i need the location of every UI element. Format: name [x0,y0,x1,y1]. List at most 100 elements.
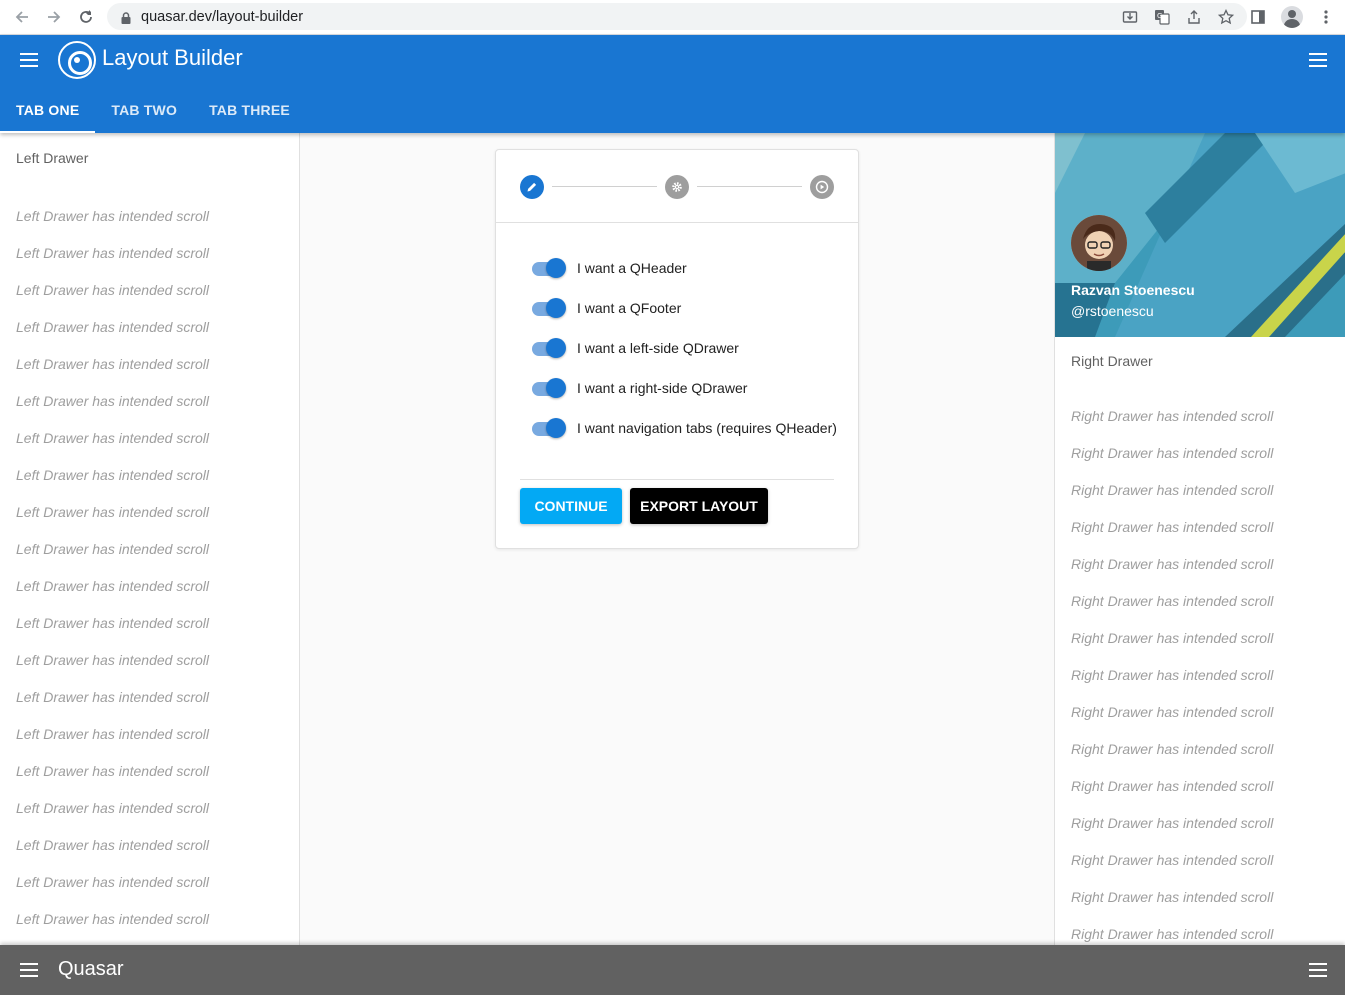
step-3[interactable] [810,175,834,199]
list-item: Right Drawer has intended scroll [1071,593,1274,609]
side-panel-icon[interactable] [1247,6,1269,28]
left-drawer-list: Left Drawer has intended scroll Left Dra… [0,194,299,938]
toggle-label: I want navigation tabs (requires QHeader… [577,420,837,436]
arrow-left-icon [15,11,28,23]
toggle-label: I want a QHeader [577,260,687,276]
list-item: Left Drawer has intended scroll [16,689,209,705]
list-item: Left Drawer has intended scroll [16,726,209,742]
export-layout-button[interactable]: EXPORT LAYOUT [630,488,768,524]
layout-stepper: I want a QHeader I want a QFooter I want… [495,149,859,549]
quasar-logo [58,41,96,79]
tab-one[interactable]: TAB ONE [0,87,96,133]
divider [520,479,834,480]
nav-tabs: TAB ONE TAB TWO TAB THREE [0,87,306,133]
list-item: Left Drawer has intended scroll [16,615,209,631]
profile-icon[interactable] [1281,6,1303,28]
list-item: Left Drawer has intended scroll [16,837,209,853]
profile-name: Razvan Stoenescu [1071,282,1195,298]
list-item: Left Drawer has intended scroll [16,430,209,446]
toggle-label: I want a left-side QDrawer [577,340,739,356]
list-item: Left Drawer has intended scroll [16,763,209,779]
list-item: Right Drawer has intended scroll [1071,815,1274,831]
footer-title: Quasar [58,958,124,980]
list-item: Right Drawer has intended scroll [1071,519,1274,535]
toggle-switch[interactable] [532,257,566,279]
list-item: Right Drawer has intended scroll [1071,408,1274,424]
list-item: Right Drawer has intended scroll [1071,704,1274,720]
forward-button[interactable] [38,1,70,33]
right-drawer[interactable]: Razvan Stoenescu @rstoenescu Right Drawe… [1054,133,1345,945]
right-menu-icon[interactable] [1309,53,1327,67]
list-item: Left Drawer has intended scroll [16,911,209,927]
stepper-header [496,150,858,223]
list-item: Right Drawer has intended scroll [1071,852,1274,868]
pencil-icon [527,182,537,192]
continue-button[interactable]: CONTINUE [520,488,622,524]
tab-two[interactable]: TAB TWO [95,87,193,133]
toggle-nav-tabs[interactable]: I want navigation tabs (requires QHeader… [532,417,837,439]
left-menu-icon[interactable] [20,53,38,67]
address-bar[interactable]: quasar.dev/layout-builder G [107,3,1247,30]
list-item: Right Drawer has intended scroll [1071,482,1274,498]
list-item: Left Drawer has intended scroll [16,356,209,372]
list-item: Left Drawer has intended scroll [16,504,209,520]
list-item: Right Drawer has intended scroll [1071,667,1274,683]
left-drawer[interactable]: Left Drawer Left Drawer has intended scr… [0,133,300,945]
list-item: Right Drawer has intended scroll [1071,556,1274,572]
translate-icon[interactable]: G [1153,8,1171,26]
footer-right-menu-icon[interactable] [1309,963,1327,977]
tab-three[interactable]: TAB THREE [193,87,306,133]
svg-text:G: G [1157,12,1162,20]
left-drawer-title: Left Drawer [16,150,89,166]
browser-toolbar: quasar.dev/layout-builder G [0,0,1345,35]
list-item: Left Drawer has intended scroll [16,245,209,261]
gear-icon [672,182,682,192]
right-drawer-title: Right Drawer [1071,353,1153,369]
lock-icon [121,11,131,24]
list-item: Right Drawer has intended scroll [1071,630,1274,646]
toggle-qheader[interactable]: I want a QHeader [532,257,687,279]
list-item: Right Drawer has intended scroll [1071,889,1274,905]
toggle-switch[interactable] [532,337,566,359]
list-item: Left Drawer has intended scroll [16,208,209,224]
toggle-right-drawer[interactable]: I want a right-side QDrawer [532,377,747,399]
list-item: Right Drawer has intended scroll [1071,741,1274,757]
list-item: Right Drawer has intended scroll [1071,445,1274,461]
toggle-qfooter[interactable]: I want a QFooter [532,297,681,319]
toggle-label: I want a right-side QDrawer [577,380,748,396]
reload-icon [80,10,92,23]
list-item: Left Drawer has intended scroll [16,393,209,409]
footer-left-menu-icon[interactable] [20,963,38,977]
list-item: Left Drawer has intended scroll [16,652,209,668]
step-1[interactable] [520,175,544,199]
toggle-switch[interactable] [532,377,566,399]
avatar [1071,215,1127,271]
star-icon[interactable] [1217,8,1235,26]
step-connector [697,186,802,187]
list-item: Left Drawer has intended scroll [16,467,209,483]
url-text: quasar.dev/layout-builder [141,8,304,25]
toggle-left-drawer[interactable]: I want a left-side QDrawer [532,337,739,359]
list-item: Left Drawer has intended scroll [16,578,209,594]
share-icon[interactable] [1185,8,1203,26]
list-item: Left Drawer has intended scroll [16,541,209,557]
profile-banner: Razvan Stoenescu @rstoenescu [1055,133,1345,337]
list-item: Left Drawer has intended scroll [16,282,209,298]
reload-button[interactable] [70,1,102,33]
toggle-switch[interactable] [532,417,566,439]
profile-handle: @rstoenescu [1071,303,1154,319]
list-item: Right Drawer has intended scroll [1071,778,1274,794]
list-item: Left Drawer has intended scroll [16,874,209,890]
more-vert-icon[interactable] [1315,6,1337,28]
play-circle-icon [815,180,829,194]
list-item: Right Drawer has intended scroll [1071,926,1274,942]
back-button[interactable] [6,1,38,33]
right-drawer-list: Right Drawer has intended scroll Right D… [1055,398,1345,945]
list-item: Left Drawer has intended scroll [16,800,209,816]
step-connector [552,186,657,187]
toggle-switch[interactable] [532,297,566,319]
step-2[interactable] [665,175,689,199]
page-title: Layout Builder [102,45,243,70]
install-icon[interactable] [1121,8,1139,26]
toggle-label: I want a QFooter [577,300,682,316]
